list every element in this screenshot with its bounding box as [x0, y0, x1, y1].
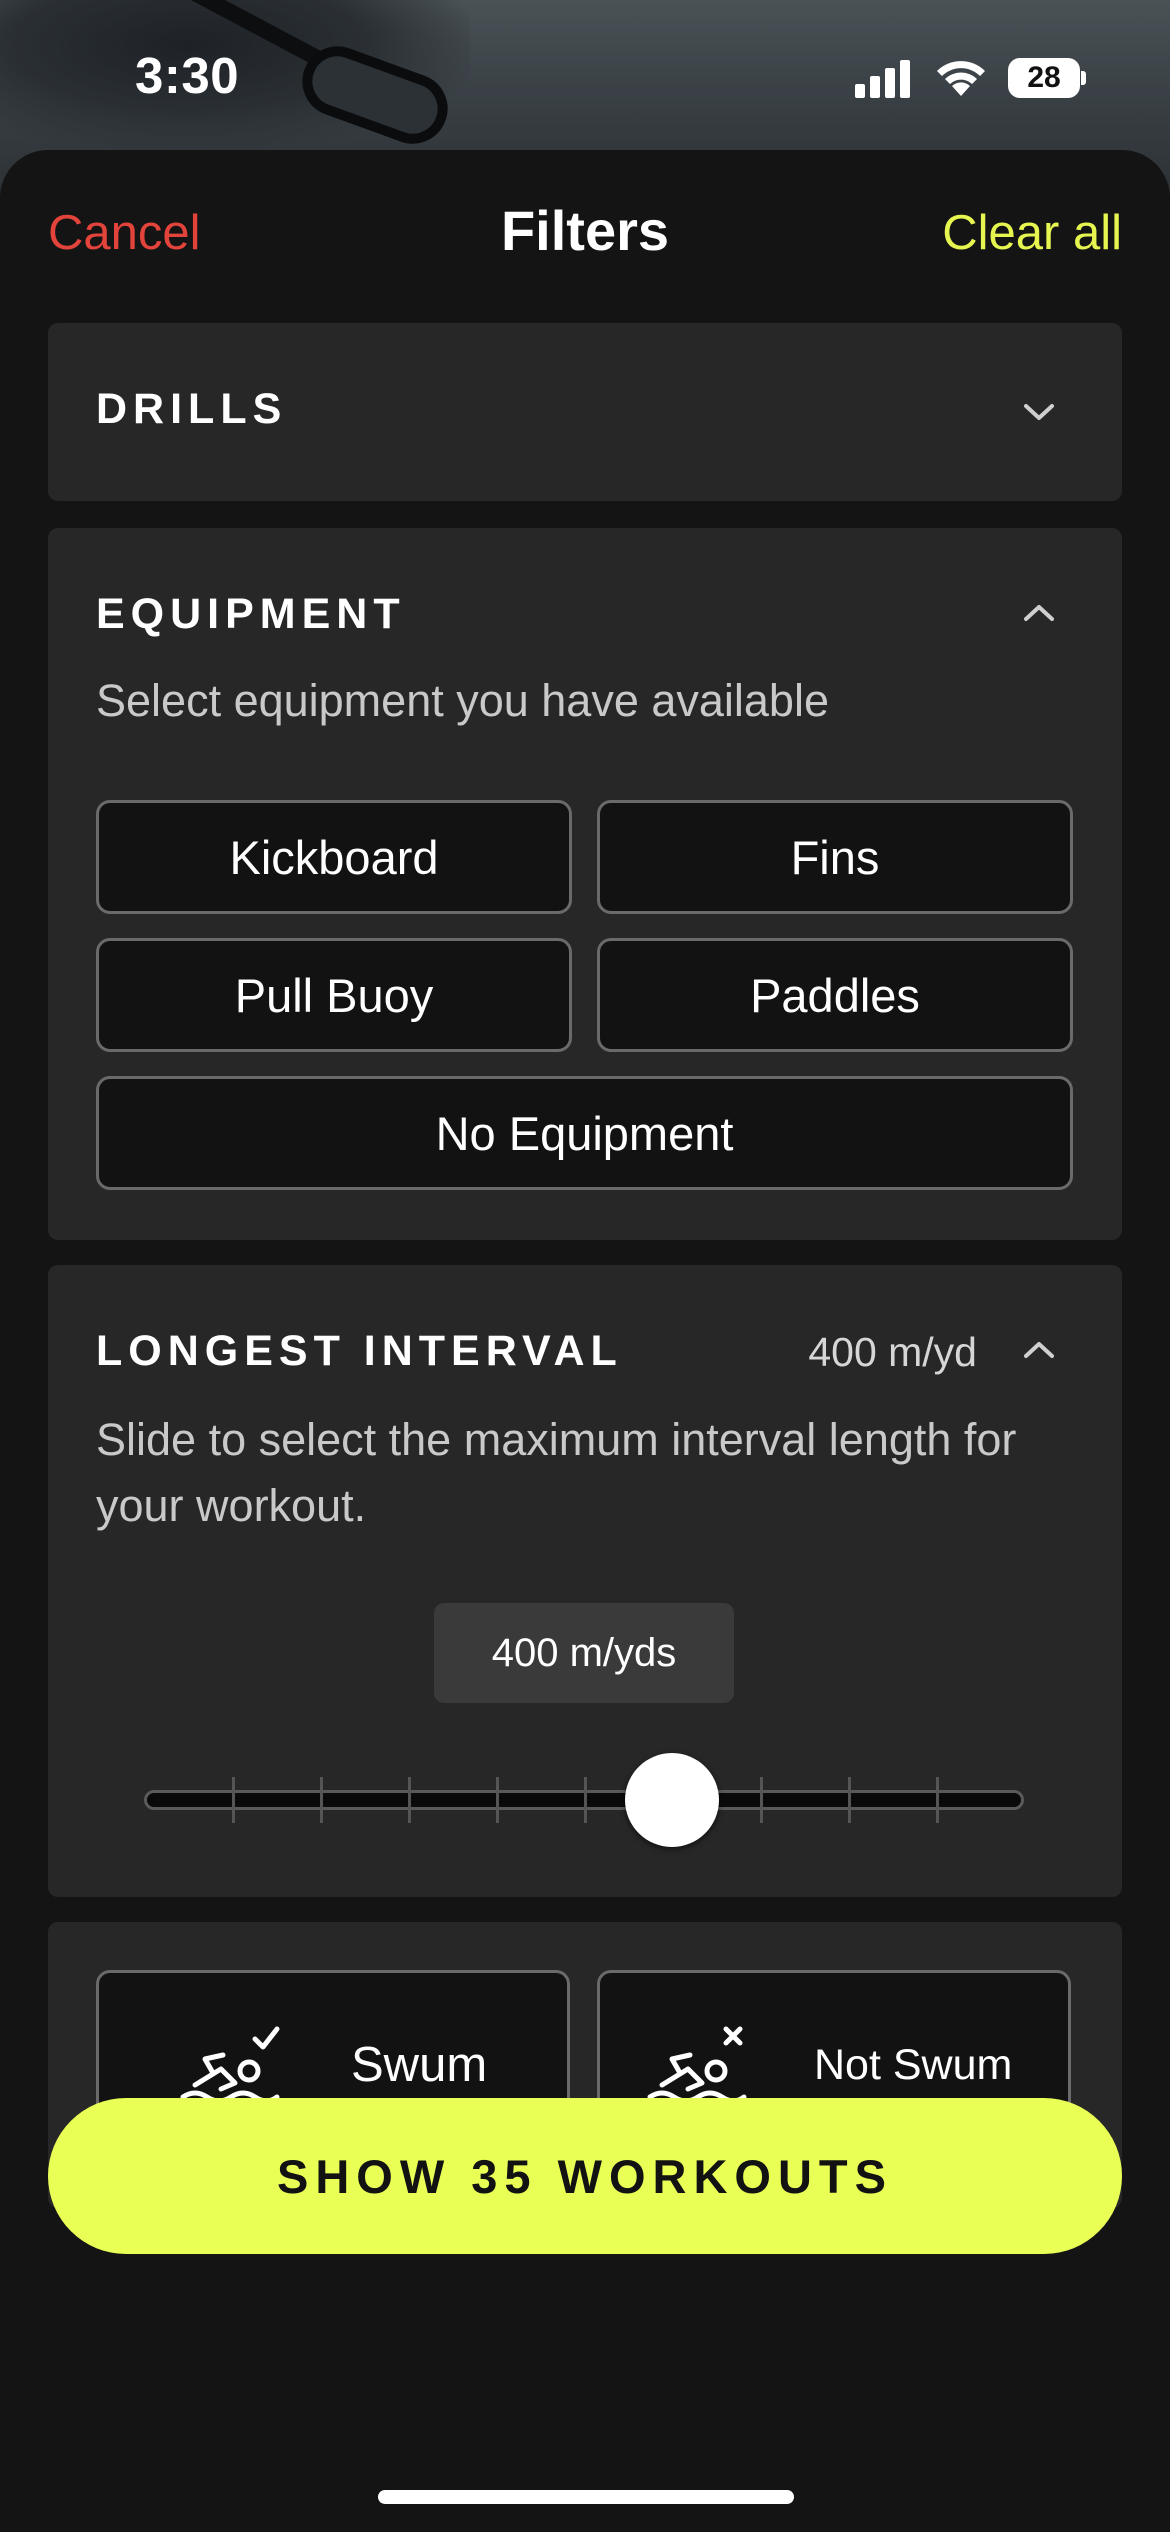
drills-title: DRILLS [96, 385, 288, 433]
equipment-option-kickboard[interactable]: Kickboard [96, 800, 572, 914]
longest-interval-title: LONGEST INTERVAL [96, 1327, 623, 1375]
home-indicator[interactable] [378, 2490, 794, 2504]
equipment-section: EQUIPMENT Select equipment you have avai… [48, 528, 1122, 1240]
status-time: 3:30 [135, 47, 240, 104]
cellular-signal-icon [855, 58, 915, 98]
slider-tick [320, 1777, 323, 1823]
drills-section[interactable]: DRILLS [48, 323, 1122, 501]
wifi-icon [937, 61, 985, 96]
status-bar: 3:30 28 [0, 0, 1170, 150]
slider-tick [408, 1777, 411, 1823]
nav-bar: Cancel Filters Clear all [0, 150, 1170, 320]
slider-tick [232, 1777, 235, 1823]
slider-tick [496, 1777, 499, 1823]
longest-interval-section: LONGEST INTERVAL 400 m/yd Slide to selec… [48, 1265, 1122, 1897]
equipment-description: Select equipment you have available [96, 675, 829, 726]
interval-slider-thumb[interactable] [625, 1753, 719, 1847]
chevron-up-icon[interactable] [1022, 1339, 1056, 1361]
chevron-down-icon[interactable] [1022, 401, 1056, 423]
equipment-title: EQUIPMENT [96, 590, 406, 638]
slider-tick [936, 1777, 939, 1823]
clear-all-button[interactable]: Clear all [942, 205, 1122, 261]
equipment-option-fins[interactable]: Fins [597, 800, 1073, 914]
battery-level: 28 [1008, 58, 1080, 98]
slider-tick [760, 1777, 763, 1823]
equipment-option-paddles[interactable]: Paddles [597, 938, 1073, 1052]
equipment-option-no-equipment[interactable]: No Equipment [96, 1076, 1073, 1190]
interval-description: Slide to select the maximum interval len… [96, 1414, 1017, 1531]
interval-value-label: 400 m/yds [434, 1603, 734, 1703]
slider-tick [848, 1777, 851, 1823]
chevron-up-icon[interactable] [1022, 602, 1056, 624]
filters-screen: 3:30 28 Cancel Filters Clear all DRILLS [0, 0, 1170, 2532]
show-workouts-button[interactable]: SHOW 35 WORKOUTS [48, 2098, 1122, 2254]
slider-tick [584, 1777, 587, 1823]
battery-icon: 28 [1008, 58, 1086, 98]
equipment-option-pull-buoy[interactable]: Pull Buoy [96, 938, 572, 1052]
interval-summary-value: 400 m/yd [808, 1329, 977, 1375]
